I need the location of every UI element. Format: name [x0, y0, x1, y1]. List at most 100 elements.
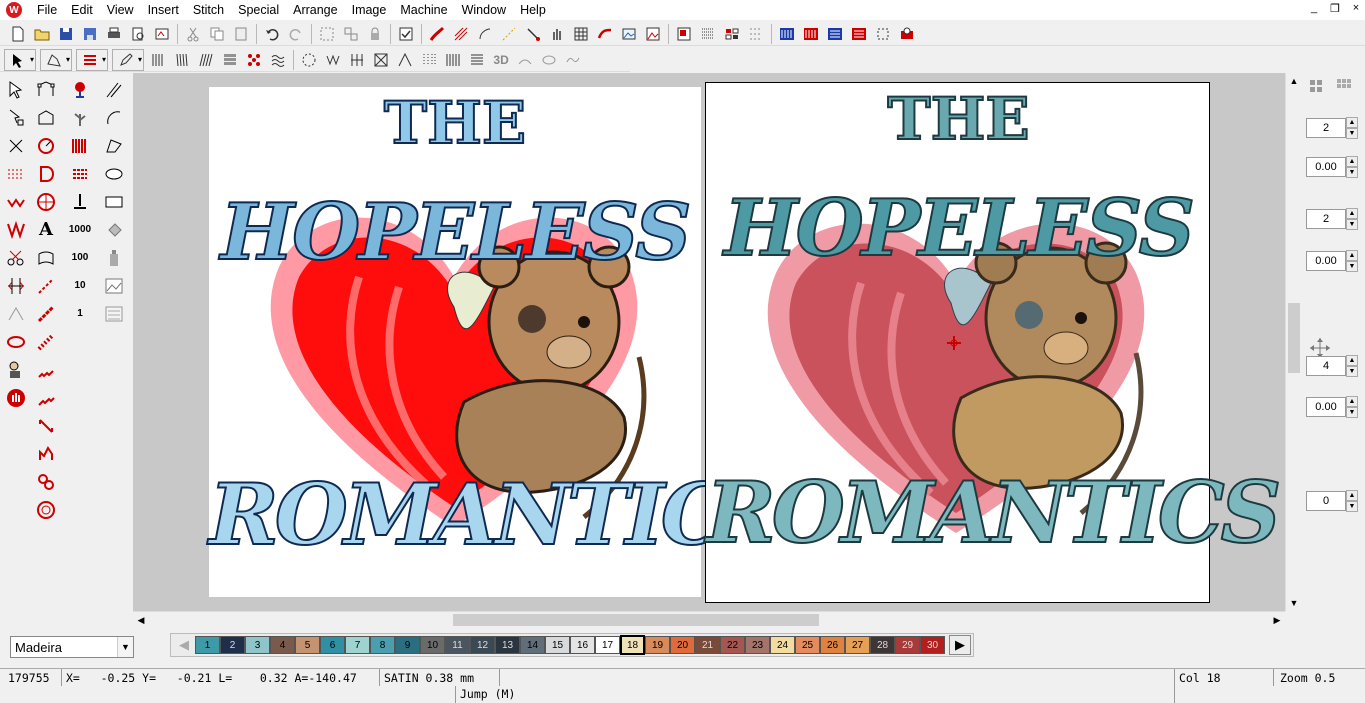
cross-fill-icon[interactable] [346, 49, 368, 71]
copy-icon[interactable] [206, 23, 228, 45]
save-icon[interactable] [55, 23, 77, 45]
v-spacing-stepper[interactable]: 0.00 ▲ ▼ [1306, 250, 1362, 272]
plant-design-icon[interactable] [68, 106, 92, 130]
menu-file[interactable]: File [30, 0, 64, 20]
triple-stitch-icon[interactable] [34, 330, 58, 354]
paint-bucket-icon[interactable] [102, 218, 126, 242]
column-b-icon[interactable] [171, 49, 193, 71]
repeat-10-icon[interactable]: 10 [68, 274, 92, 298]
color-swatch[interactable]: 12 [470, 636, 495, 654]
color-swatch[interactable]: 14 [520, 636, 545, 654]
menu-special[interactable]: Special [231, 0, 286, 20]
design-properties-icon[interactable] [151, 23, 173, 45]
column-edit-icon[interactable] [4, 302, 28, 326]
ellipse-tool-icon[interactable] [102, 162, 126, 186]
hand-pan-icon[interactable] [546, 23, 568, 45]
pen-tool-group[interactable]: ▾ [112, 48, 145, 71]
decrement-icon[interactable]: ▼ [1346, 167, 1358, 178]
chain-icon[interactable] [34, 470, 58, 494]
complex-fill-icon[interactable] [219, 49, 241, 71]
paste-icon[interactable] [230, 23, 252, 45]
dropdown-chevron-icon[interactable]: ▾ [102, 55, 106, 64]
repeat-count-value[interactable]: 4 [1306, 356, 1346, 376]
steil-icon[interactable] [34, 414, 58, 438]
color-swatch[interactable]: 25 [795, 636, 820, 654]
repeat-count-stepper[interactable]: 4 ▲ ▼ [1306, 355, 1362, 377]
palette-next-icon[interactable]: ▶ [949, 635, 971, 655]
angle-value[interactable]: 0 [1306, 491, 1346, 511]
color-swatch[interactable]: 27 [845, 636, 870, 654]
cut-shape-icon[interactable] [4, 134, 28, 158]
increment-icon[interactable]: ▲ [1346, 490, 1358, 501]
dropdown-chevron-icon[interactable]: ▾ [66, 55, 70, 64]
line-tool-icon[interactable] [102, 78, 126, 102]
column-a-icon[interactable] [147, 49, 169, 71]
image-tool-icon[interactable] [102, 274, 126, 298]
color-swatch[interactable]: 11 [445, 636, 470, 654]
tack-icon[interactable] [68, 190, 92, 214]
scroll-thumb[interactable] [1288, 303, 1300, 373]
fill-pattern-icon[interactable] [68, 134, 92, 158]
bitmap-tool-icon[interactable] [102, 302, 126, 326]
scroll-down-icon[interactable]: ▼ [1286, 595, 1302, 611]
show-outline-icon[interactable] [474, 23, 496, 45]
stitch-edit-icon[interactable] [4, 162, 28, 186]
wizard-run-icon[interactable] [824, 23, 846, 45]
scroll-left-icon[interactable]: ◀ [133, 612, 149, 628]
spiral-icon[interactable] [34, 498, 58, 522]
color-swatch[interactable]: 29 [895, 636, 920, 654]
redo-icon[interactable] [285, 23, 307, 45]
lock-icon[interactable] [364, 23, 386, 45]
stitch-type-group[interactable]: ▾ [76, 48, 109, 71]
new-file-icon[interactable] [7, 23, 29, 45]
curve-tool-icon[interactable] [102, 106, 126, 130]
color-swatch[interactable]: 18 [620, 635, 645, 655]
design-canvas[interactable]: THE HOPELESS ROMANTICS THE HOPELESS ROMA… [133, 73, 1285, 611]
motif-fill-icon[interactable] [394, 49, 416, 71]
wizard-mixed-icon[interactable] [848, 23, 870, 45]
scroll-right-icon[interactable]: ▶ [1269, 612, 1285, 628]
menu-insert[interactable]: Insert [141, 0, 186, 20]
columns-stepper[interactable]: 2 ▲ ▼ [1306, 117, 1362, 139]
split-view-icon[interactable] [745, 23, 767, 45]
crop-icon[interactable] [872, 23, 894, 45]
increment-icon[interactable]: ▲ [1346, 250, 1358, 261]
show-background-icon[interactable] [642, 23, 664, 45]
decrement-icon[interactable]: ▼ [1346, 407, 1358, 418]
color-swatch[interactable]: 4 [270, 636, 295, 654]
3d-icon[interactable]: 3D [490, 49, 512, 71]
satin-run-icon[interactable] [4, 190, 28, 214]
pattern-run-icon[interactable] [68, 162, 92, 186]
globe-fill-icon[interactable] [34, 190, 58, 214]
show-image-icon[interactable] [618, 23, 640, 45]
wizard-satin-icon[interactable] [800, 23, 822, 45]
bean-stitch-icon[interactable] [34, 302, 58, 326]
reshape-icon[interactable] [4, 106, 28, 130]
rows-value[interactable]: 2 [1306, 209, 1346, 229]
cut-icon[interactable] [182, 23, 204, 45]
puff-icon[interactable] [562, 49, 584, 71]
color-swatch[interactable]: 19 [645, 636, 670, 654]
satin-stitch-icon[interactable] [79, 49, 101, 71]
app-logo-icon[interactable]: W [6, 2, 22, 18]
node-edit-icon[interactable] [34, 78, 58, 102]
thread-chart-select[interactable]: Madeira ▼ [10, 636, 134, 658]
decrement-icon[interactable]: ▼ [1346, 366, 1358, 377]
menu-window[interactable]: Window [455, 0, 513, 20]
view-window-icon[interactable] [673, 23, 695, 45]
h-spacing-value[interactable]: 0.00 [1306, 157, 1346, 177]
grid-icon[interactable] [570, 23, 592, 45]
close-button[interactable]: × [1347, 2, 1365, 14]
v-spacing-value[interactable]: 0.00 [1306, 251, 1346, 271]
color-swatch[interactable]: 22 [720, 636, 745, 654]
decrement-icon[interactable]: ▼ [1346, 501, 1358, 512]
decrement-icon[interactable]: ▼ [1346, 128, 1358, 139]
color-swatch[interactable]: 30 [920, 636, 945, 654]
undo-icon[interactable] [261, 23, 283, 45]
repeat-100-icon[interactable]: 100 [68, 246, 92, 270]
lines-icon[interactable] [466, 49, 488, 71]
increment-icon[interactable]: ▲ [1346, 117, 1358, 128]
offset-stepper[interactable]: 0.00 ▲ ▼ [1306, 396, 1362, 418]
fancy-fill-icon[interactable] [370, 49, 392, 71]
color-swatch[interactable]: 15 [545, 636, 570, 654]
